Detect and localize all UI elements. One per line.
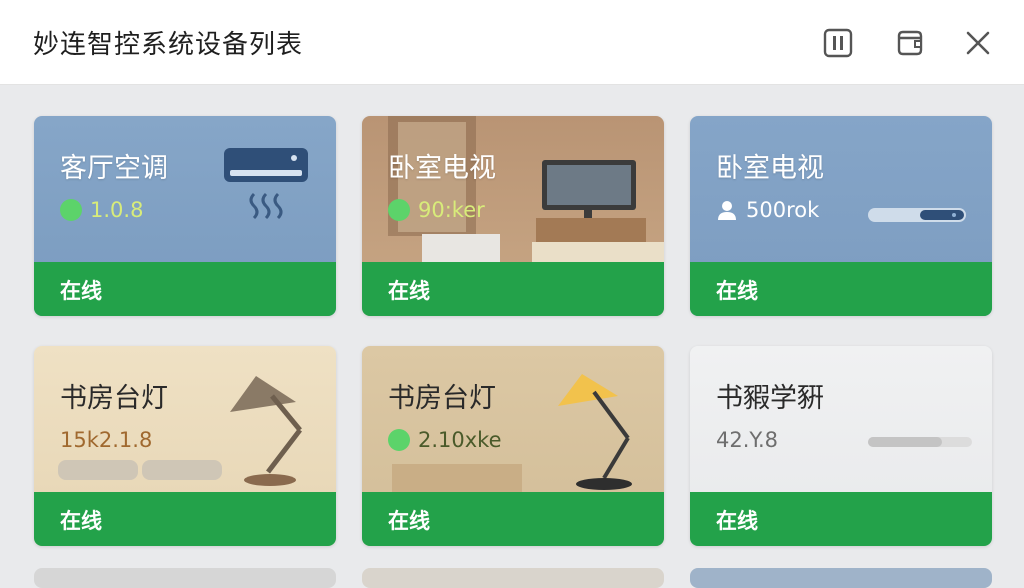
pause-button[interactable] [821,26,855,60]
device-card-partial [690,568,992,588]
desk-lamp-icon [58,376,302,486]
online-indicator-icon [388,199,410,221]
device-meta: 15k2.1.8 [60,428,152,452]
title-bar: 妙连智控系统设备列表 [0,0,1024,85]
device-value: 90:ker [418,198,485,222]
device-card[interactable]: 书豭学豣 42.Y.8 在线 [690,346,992,546]
device-meta: 2.10xke [388,428,502,452]
device-meta: 90:ker [388,198,485,222]
device-card[interactable]: 卧室电视 90:ker 在线 [362,116,664,316]
desk-lamp-icon [392,374,632,492]
device-value: 42.Y.8 [716,428,779,452]
router-icon [868,208,966,222]
close-icon [966,31,990,55]
device-value: 1.0.8 [90,198,144,222]
device-name: 卧室电视 [716,153,824,184]
status-bar: 在线 [690,492,992,546]
online-indicator-icon [388,429,410,451]
status-label: 在线 [388,509,430,533]
status-label: 在线 [716,509,758,533]
device-name: 书房台灯 [388,383,496,414]
window-restore-icon [897,30,923,56]
device-meta: 500rok [716,198,819,222]
status-bar: 在线 [34,262,336,316]
status-label: 在线 [716,279,758,303]
device-card[interactable]: 书房台灯 2.10xke 在线 [362,346,664,546]
device-card-partial [34,568,336,588]
device-value: 2.10xke [418,428,502,452]
device-meta: 42.Y.8 [716,428,778,452]
status-label: 在线 [60,279,102,303]
device-name: 客厅空调 [60,153,168,184]
user-icon [718,201,736,220]
status-bar: 在线 [362,492,664,546]
device-value: 500rok [746,198,820,222]
slider-icon [868,437,972,447]
device-name: 书房台灯 [60,383,168,414]
air-conditioner-icon [224,148,308,220]
close-button[interactable] [961,26,995,60]
device-card[interactable]: 卧室电视 500rok 在线 [690,116,992,316]
device-name: 卧室电视 [388,153,496,184]
status-bar: 在线 [690,262,992,316]
device-name: 书豭学豣 [716,383,824,414]
bedroom-scene-icon [388,116,664,262]
window-title: 妙连智控系统设备列表 [33,30,304,60]
device-value: 15k2.1.8 [60,428,153,452]
pause-icon [823,28,853,58]
device-card-partial [362,568,664,588]
online-indicator-icon [60,199,82,221]
status-label: 在线 [388,279,430,303]
status-label: 在线 [60,509,102,533]
device-card[interactable]: 客厅空调 1.0.8 在线 [34,116,336,316]
device-card[interactable]: 书房台灯 15k2.1.8 在线 [34,346,336,546]
window-restore-button[interactable] [893,26,927,60]
device-meta: 1.0.8 [60,198,143,222]
status-bar: 在线 [362,262,664,316]
status-bar: 在线 [34,492,336,546]
